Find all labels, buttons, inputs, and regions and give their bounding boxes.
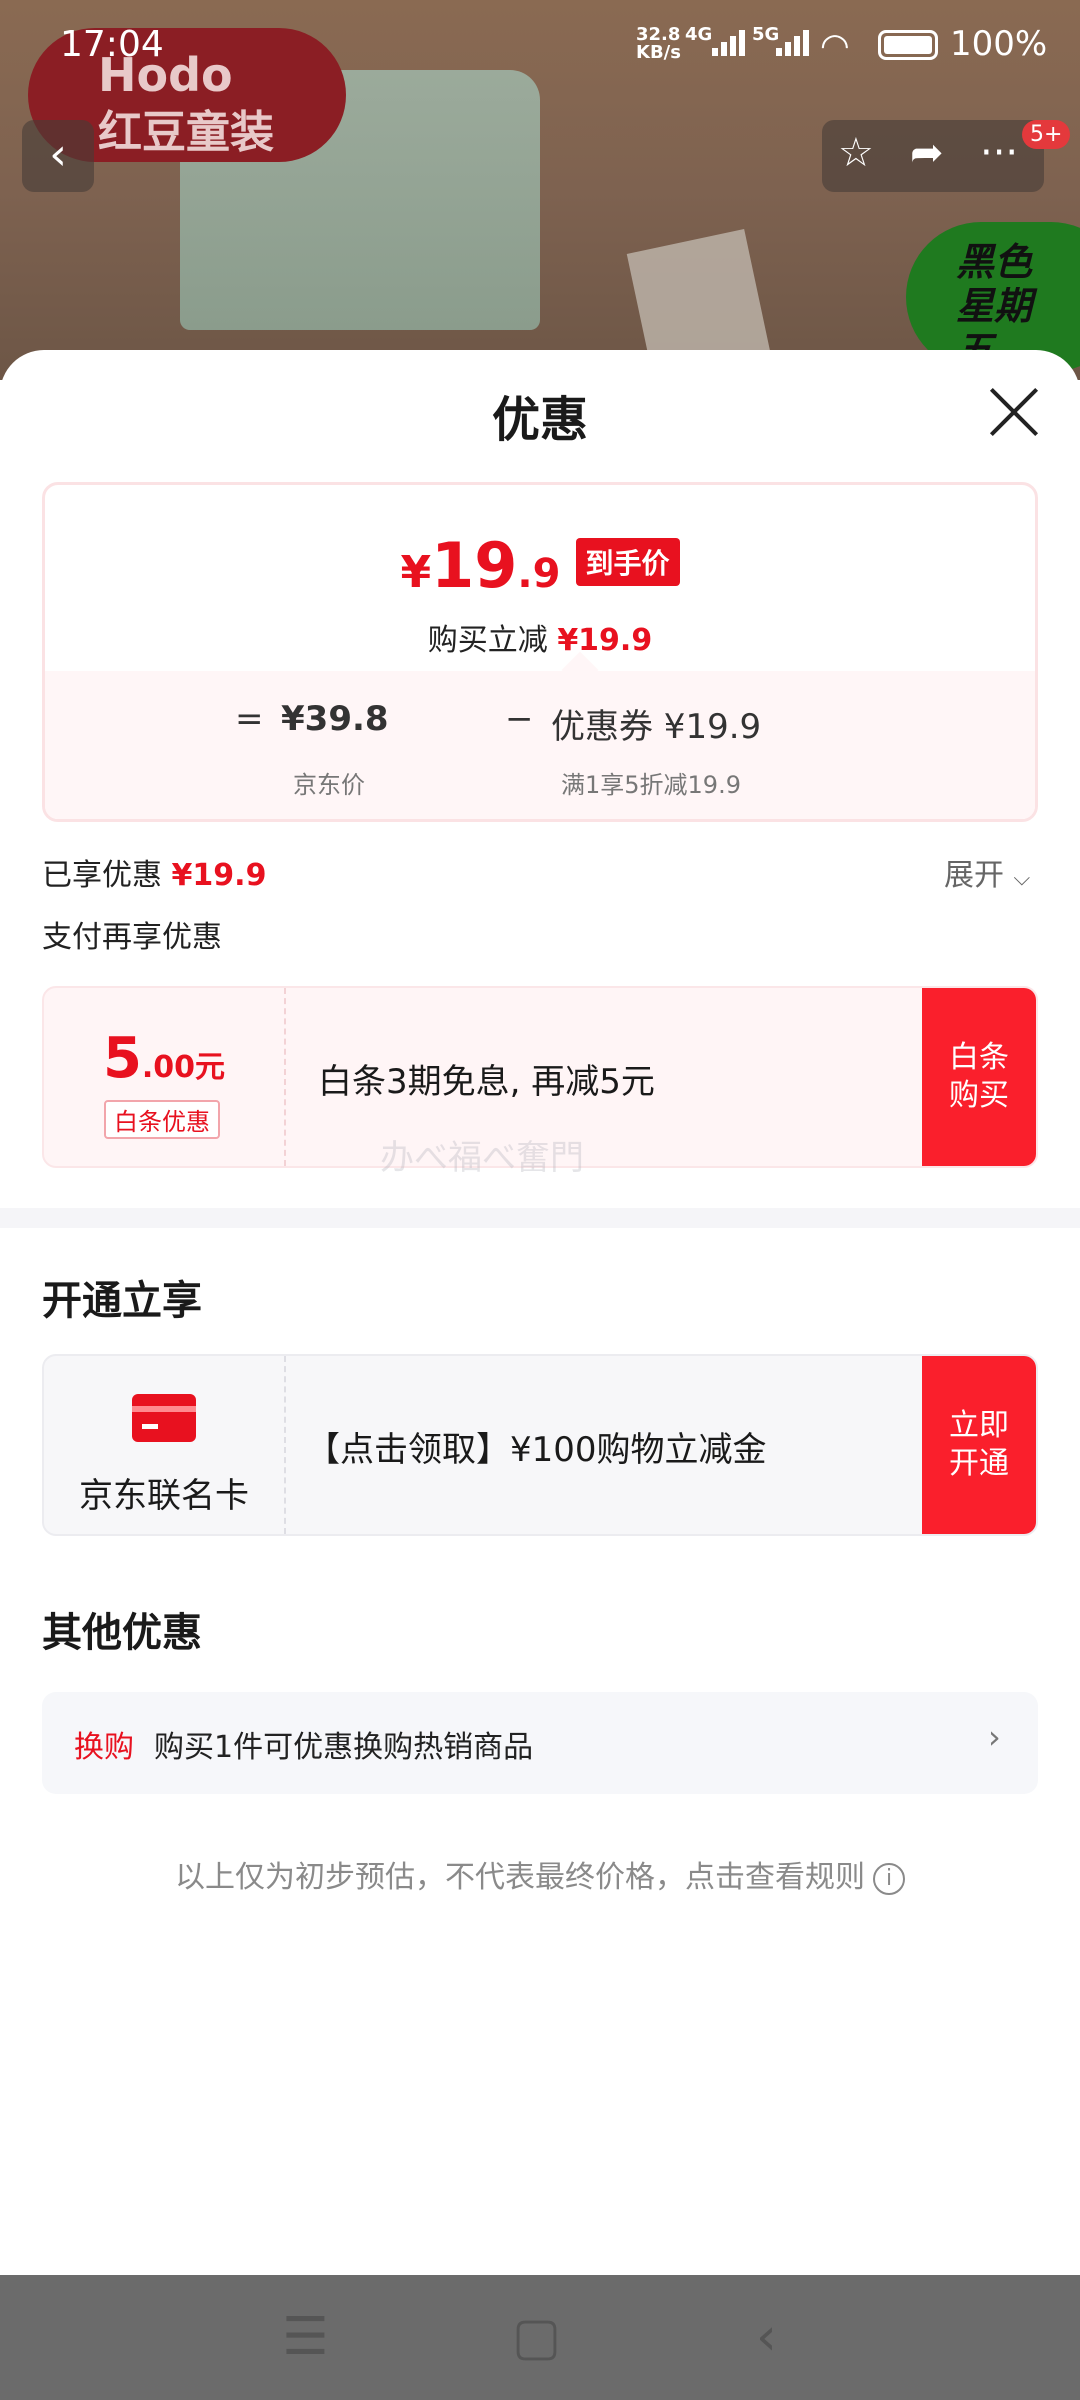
disclaimer-text: 以上仅为初步预估，不代表最终价格，点击查看规则 (175, 1860, 865, 1895)
disclaimer[interactable]: 以上仅为初步预估，不代表最终价格，点击查看规则 i (0, 1852, 1080, 1896)
system-nav-bar: ☰ ▢ ‹ (0, 2275, 1080, 2400)
enjoyed-value: ¥19.9 (171, 858, 267, 893)
battery-icon (878, 30, 938, 60)
instant-save-value: ¥19.9 (557, 623, 653, 658)
coupon-desc: 满1享5折减19.9 (561, 771, 741, 799)
info-icon[interactable]: i (873, 1863, 905, 1895)
open-card-label: 立即 开通 (949, 1408, 1009, 1481)
card-desc: 【点击领取】¥100购物立减金 (306, 1430, 767, 1470)
final-price-tag: 到手价 (575, 538, 680, 586)
discount-sheet: 优惠 ¥19.9 到手价 购买立减 ¥19.9 = ¥39.8 − 优惠券 ¥1… (0, 350, 1080, 2275)
credit-card-icon (132, 1394, 196, 1442)
expand-label: 展开 (944, 858, 1004, 893)
baitiao-tag: 白条优惠 (104, 1100, 220, 1139)
pay-discount-title: 支付再享优惠 (42, 920, 222, 955)
baitiao-amount: 5.00元 (44, 1026, 284, 1091)
brand-name-cn: 红豆童装 (98, 107, 274, 158)
chevron-down-icon: ⌵ (1013, 866, 1031, 891)
section-divider (0, 1208, 1080, 1228)
home-icon[interactable]: ▢ (512, 2307, 561, 2367)
watermark: 办べ福べ奮門 (380, 1138, 584, 1178)
swap-text: 购买1件可优惠换购热销商品 (154, 1730, 534, 1765)
final-price-row: ¥19.9 到手价 (45, 529, 1035, 602)
chevron-right-icon: › (988, 1718, 1001, 1756)
open-card-button[interactable]: 立即 开通 (922, 1356, 1036, 1534)
baitiao-amount-dec: .00元 (141, 1050, 226, 1085)
more-icon[interactable]: ··· (980, 130, 1018, 176)
baitiao-amount-int: 5 (102, 1026, 142, 1091)
enjoyed-label: 已享优惠 (42, 858, 162, 893)
expand-button[interactable]: 展开 ⌵ (944, 850, 1030, 894)
top-action-bar: ☆ ➦ ··· (822, 120, 1044, 192)
jd-price: ¥39.8 (281, 699, 389, 739)
price-calculation: = ¥39.8 − 优惠券 ¥19.9 京东价 满1享5折减19.9 (45, 651, 1035, 819)
signal-icon-2 (776, 30, 812, 56)
back-arrow-icon: ‹ (49, 129, 67, 180)
final-price-card: ¥19.9 到手价 购买立减 ¥19.9 = ¥39.8 − 优惠券 ¥19.9… (42, 482, 1038, 822)
swap-offer-row[interactable]: 换购 购买1件可优惠换购热销商品 › (42, 1692, 1038, 1794)
sheet-title: 优惠 (491, 392, 588, 448)
status-bar: 17:04 32.8 KB/s 4G 5G ◠ 100% (0, 0, 1080, 90)
back-button[interactable]: ‹ (22, 120, 94, 192)
star-icon[interactable]: ☆ (838, 130, 874, 176)
baitiao-buy-button[interactable]: 白条 购买 (922, 988, 1036, 1166)
card-section: 京东联名卡 (44, 1356, 286, 1534)
share-icon[interactable]: ➦ (910, 130, 944, 176)
enjoyed-discount: 已享优惠 ¥19.9 (42, 850, 266, 894)
final-price-integer: 19 (431, 529, 518, 602)
card-name: 京东联名卡 (79, 1476, 249, 1516)
close-icon[interactable] (988, 386, 1040, 438)
network-speed: 32.8 KB/s (636, 26, 681, 62)
swap-tag: 换购 (74, 1730, 134, 1765)
final-price-currency: ¥ (400, 547, 432, 598)
coupon-value: 优惠券 ¥19.9 (551, 707, 762, 747)
baitiao-buy-label: 白条 购买 (949, 1040, 1009, 1113)
menu-icon[interactable]: ☰ (282, 2307, 329, 2367)
signal-icon (712, 30, 748, 56)
open-section-title: 开通立享 (42, 1278, 202, 1324)
back-nav-icon[interactable]: ‹ (756, 2307, 777, 2367)
equals-sign: = (235, 699, 264, 739)
status-time: 17:04 (60, 24, 164, 65)
baitiao-amount-section: 5.00元 白条优惠 (44, 988, 286, 1166)
wifi-icon: ◠ (820, 26, 850, 66)
other-section-title: 其他优惠 (42, 1610, 202, 1656)
instant-save-label: 购买立减 (427, 623, 548, 658)
jd-price-label: 京东价 (293, 771, 365, 799)
final-price-decimal: .9 (517, 551, 561, 597)
message-count-badge: 5+ (1022, 120, 1071, 149)
network-4g-label: 4G (685, 24, 713, 45)
battery-percent: 100% (950, 24, 1048, 64)
baitiao-desc: 白条3期免息, 再减5元 (318, 1062, 655, 1102)
co-brand-card-offer[interactable]: 京东联名卡 【点击领取】¥100购物立减金 立即 开通 (42, 1354, 1038, 1536)
minus-sign: − (505, 699, 534, 739)
network-speed-unit: KB/s (636, 42, 681, 63)
final-price: ¥19.9 (400, 529, 560, 602)
instant-save-row: 购买立减 ¥19.9 (45, 615, 1035, 659)
